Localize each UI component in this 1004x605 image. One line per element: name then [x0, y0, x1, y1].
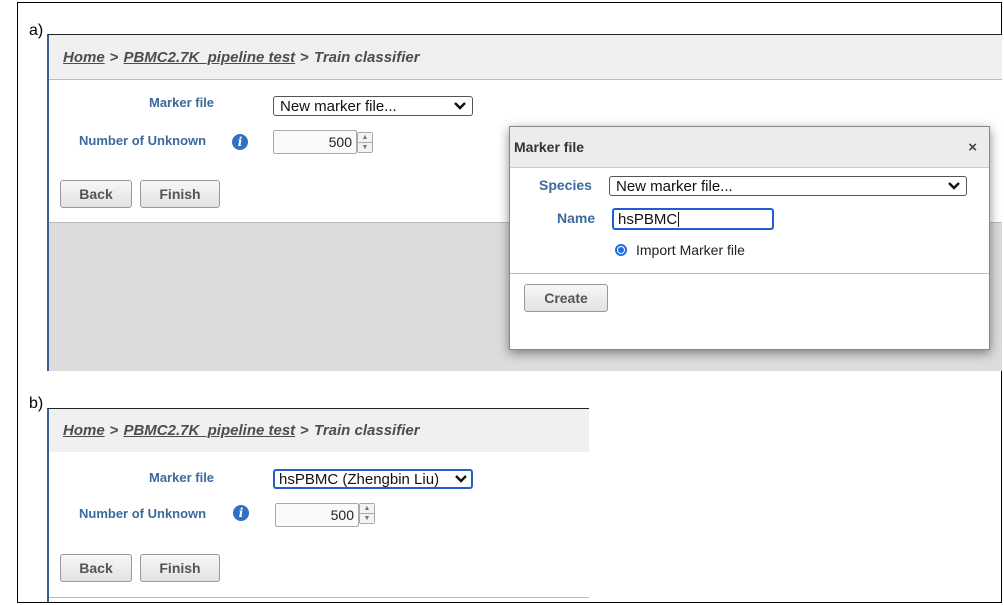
- name-input[interactable]: hsPBMC: [612, 208, 774, 230]
- panel-a-screen: Home > PBMC2.7K_pipeline test > Train cl…: [47, 34, 1002, 371]
- breadcrumb: Home > PBMC2.7K_pipeline test > Train cl…: [49, 409, 589, 453]
- dialog-header: Marker file ×: [510, 127, 989, 168]
- marker-file-select-value: hsPBMC (Zhengbin Liu): [279, 470, 440, 488]
- marker-file-select[interactable]: hsPBMC (Zhengbin Liu): [273, 469, 473, 489]
- spin-up-icon[interactable]: ▲: [360, 504, 374, 513]
- species-label: Species: [539, 177, 592, 193]
- info-icon[interactable]: i: [233, 505, 249, 521]
- number-of-unknown-input[interactable]: 500: [273, 130, 357, 154]
- info-icon[interactable]: i: [232, 134, 248, 150]
- dialog-title: Marker file: [514, 139, 585, 155]
- marker-file-select-value: New marker file...: [280, 97, 397, 115]
- back-button[interactable]: Back: [60, 180, 132, 208]
- spin-down-icon[interactable]: ▼: [360, 513, 374, 523]
- breadcrumb-home-link[interactable]: Home: [63, 49, 105, 66]
- breadcrumb-pipeline-link[interactable]: PBMC2.7K_pipeline test: [123, 49, 295, 66]
- finish-button[interactable]: Finish: [140, 554, 220, 582]
- unknown-row: Number of Unknown: [79, 133, 206, 148]
- species-select[interactable]: New marker file...: [609, 176, 967, 196]
- close-icon[interactable]: ×: [968, 139, 977, 156]
- chevron-down-icon: [454, 99, 466, 113]
- spin-up-icon[interactable]: ▲: [358, 132, 372, 142]
- breadcrumb-pipeline-link[interactable]: PBMC2.7K_pipeline test: [123, 422, 295, 439]
- panel-b-label: b): [27, 395, 46, 413]
- radio-selected-icon[interactable]: [615, 244, 627, 256]
- text-caret: [678, 211, 680, 227]
- breadcrumb-separator: >: [300, 422, 309, 439]
- species-select-value: New marker file...: [616, 177, 733, 195]
- finish-button[interactable]: Finish: [140, 180, 220, 208]
- panel-a-label: a): [27, 22, 46, 40]
- name-input-value: hsPBMC: [618, 210, 678, 228]
- panel-b-screen: Home > PBMC2.7K_pipeline test > Train cl…: [47, 408, 589, 602]
- import-marker-label: Import Marker file: [636, 242, 745, 258]
- name-label: Name: [557, 210, 596, 226]
- chevron-down-icon: [455, 472, 467, 486]
- breadcrumb-current: Train classifier: [313, 48, 420, 66]
- create-button[interactable]: Create: [524, 284, 608, 312]
- number-of-unknown-stepper[interactable]: 500 ▲ ▼: [275, 503, 375, 527]
- spinner: ▲ ▼: [359, 503, 375, 524]
- breadcrumb: Home > PBMC2.7K_pipeline test > Train cl…: [49, 35, 1002, 80]
- marker-file-select[interactable]: New marker file...: [273, 96, 473, 116]
- number-of-unknown-input[interactable]: 500: [275, 503, 359, 527]
- number-of-unknown-stepper[interactable]: 500 ▲ ▼: [273, 130, 373, 154]
- breadcrumb-separator: >: [109, 48, 119, 66]
- marker-file-label: Marker file: [149, 470, 215, 485]
- number-of-unknown-label: Number of Unknown: [79, 133, 207, 148]
- import-marker-radio-option[interactable]: Import Marker file: [615, 242, 745, 258]
- breadcrumb-home-link[interactable]: Home: [63, 422, 105, 439]
- back-button[interactable]: Back: [60, 554, 132, 582]
- marker-file-row: Marker file: [149, 95, 214, 110]
- breadcrumb-separator: >: [109, 422, 119, 439]
- spin-down-icon[interactable]: ▼: [358, 141, 372, 152]
- marker-file-label: Marker file: [149, 95, 215, 110]
- dialog-divider: [510, 273, 989, 274]
- number-of-unknown-label: Number of Unknown: [79, 506, 207, 521]
- breadcrumb-current: Train classifier: [313, 422, 420, 439]
- chevron-down-icon: [948, 179, 960, 193]
- marker-file-dialog: Marker file × Species New marker file...…: [509, 126, 990, 350]
- breadcrumb-separator: >: [300, 48, 309, 66]
- spinner: ▲ ▼: [357, 131, 373, 153]
- divider: [49, 597, 589, 598]
